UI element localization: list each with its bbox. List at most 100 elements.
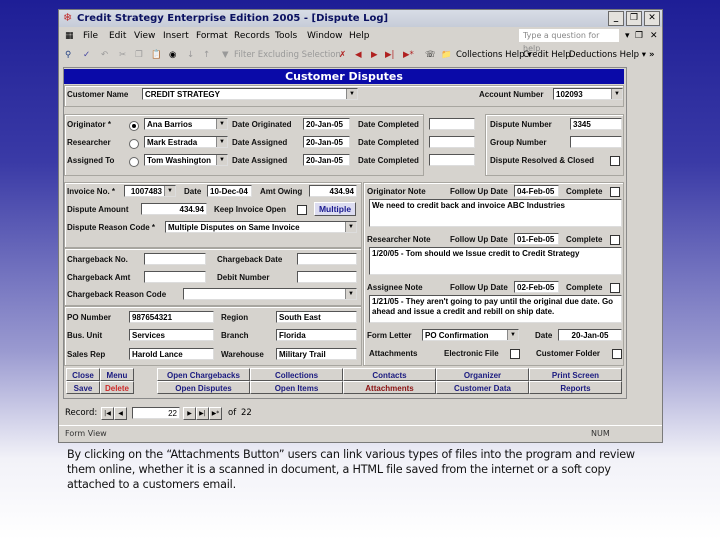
chargeback-no-field[interactable] <box>144 253 206 265</box>
originator-combo[interactable]: Ana Barrios ▼ <box>144 118 228 130</box>
date-assigned-field-2[interactable]: 20-Jan-05 <box>303 154 350 166</box>
electronic-file-checkbox[interactable] <box>510 349 520 359</box>
menu-edit[interactable]: Edit <box>109 27 126 45</box>
next-record-icon[interactable]: ▶ <box>371 45 378 65</box>
credit-help-menu[interactable]: Credit Help <box>523 45 571 65</box>
new-record-button[interactable]: ▶* <box>209 407 222 420</box>
chevron-down-icon[interactable]: ▼ <box>345 289 356 299</box>
save-button[interactable]: Save <box>66 381 100 394</box>
restore-doc-icon[interactable]: ❐ <box>635 27 643 45</box>
menu-file[interactable]: File <box>83 27 98 45</box>
researcher-followup-field[interactable]: 01-Feb-05 <box>514 233 559 245</box>
sort-descending-icon[interactable]: ↑ <box>203 45 210 65</box>
po-number-field[interactable]: 987654321 <box>129 311 214 323</box>
originator-radio[interactable] <box>129 121 139 131</box>
form-letter-date-field[interactable]: 20-Jan-05 <box>558 329 622 341</box>
collections-help-menu[interactable]: Collections Help ▾ <box>456 45 532 65</box>
chevron-down-icon[interactable]: ▼ <box>611 89 622 99</box>
bus-unit-field[interactable]: Services <box>129 329 214 341</box>
chevron-down-icon[interactable]: ▼ <box>507 330 518 340</box>
date-originated-field[interactable]: 20-Jan-05 <box>303 118 350 130</box>
assigned-to-radio[interactable] <box>129 157 139 167</box>
paste-icon[interactable]: 📋 <box>151 45 162 65</box>
group-number-field[interactable] <box>570 136 622 148</box>
open-chargebacks-button[interactable]: Open Chargebacks <box>157 368 250 381</box>
resolved-closed-checkbox[interactable] <box>610 156 620 166</box>
folder-icon[interactable]: 📁 <box>441 45 452 65</box>
deductions-help-menu[interactable]: Deductions Help ▾ <box>569 45 646 65</box>
researcher-complete-checkbox[interactable] <box>610 235 620 245</box>
dispute-number-field[interactable]: 3345 <box>570 118 622 130</box>
assigned-to-combo[interactable]: Tom Washington ▼ <box>144 154 228 166</box>
record-number-input[interactable]: 22 <box>132 407 180 419</box>
date-assigned-field-1[interactable]: 20-Jan-05 <box>303 136 350 148</box>
help-search-input[interactable]: Type a question for help <box>519 29 619 53</box>
customer-folder-checkbox[interactable] <box>612 349 622 359</box>
undo-icon[interactable]: ↶ <box>101 45 108 65</box>
dispute-amount-field[interactable]: 434.94 <box>141 203 207 215</box>
previous-record-icon[interactable]: ◀ <box>355 45 362 65</box>
filter-excluding-selection-button[interactable]: Filter Excluding Selection <box>234 45 341 65</box>
spelling-icon[interactable]: ✓ <box>83 45 90 65</box>
previous-record-button[interactable]: ◀ <box>114 407 127 420</box>
assignee-note-textarea[interactable]: 1/21/05 - They aren't going to pay until… <box>369 295 622 323</box>
last-record-icon[interactable]: ▶| <box>385 45 394 65</box>
assignee-followup-field[interactable]: 02-Feb-05 <box>514 281 559 293</box>
branch-field[interactable]: Florida <box>276 329 357 341</box>
date-completed-field-3[interactable] <box>429 154 475 166</box>
menu-help[interactable]: Help <box>349 27 370 45</box>
chargeback-date-field[interactable] <box>297 253 357 265</box>
sort-ascending-icon[interactable]: ↓ <box>187 45 194 65</box>
originator-complete-checkbox[interactable] <box>610 187 620 197</box>
phone-icon[interactable]: ☏ <box>425 45 436 65</box>
minimize-button[interactable]: _ <box>608 11 624 26</box>
originator-followup-field[interactable]: 04-Feb-05 <box>514 185 559 197</box>
print-screen-button[interactable]: Print Screen <box>529 368 622 381</box>
toolbar-overflow-button[interactable]: » <box>649 45 655 65</box>
chevron-down-icon[interactable]: ▼ <box>216 155 227 165</box>
sales-rep-field[interactable]: Harold Lance <box>129 348 214 360</box>
dispute-reason-code-combo[interactable]: Multiple Disputes on Same Invoice ▼ <box>165 221 357 233</box>
warehouse-field[interactable]: Military Trail <box>276 348 357 360</box>
customer-data-button[interactable]: Customer Data <box>436 381 529 394</box>
collections-button[interactable]: Collections <box>250 368 343 381</box>
open-disputes-button[interactable]: Open Disputes <box>157 381 250 394</box>
close-doc-icon[interactable]: ✕ <box>650 27 658 45</box>
remove-filter-icon[interactable]: ✗ <box>339 45 346 65</box>
chargeback-reason-code-combo[interactable]: ▼ <box>183 288 357 300</box>
filter-icon[interactable]: ▼ <box>222 45 229 65</box>
chevron-down-icon[interactable]: ▼ <box>345 222 356 232</box>
delete-button[interactable]: Delete <box>100 381 134 394</box>
debit-number-field[interactable] <box>297 271 357 283</box>
chevron-down-icon[interactable]: ▼ <box>216 137 227 147</box>
chargeback-amt-field[interactable] <box>144 271 206 283</box>
next-record-button[interactable]: ▶ <box>183 407 196 420</box>
chevron-down-icon[interactable]: ▼ <box>164 186 175 196</box>
reports-button[interactable]: Reports <box>529 381 622 394</box>
account-number-combo[interactable]: 102093 ▼ <box>553 88 623 100</box>
copy-icon[interactable]: ❐ <box>135 45 143 65</box>
keep-invoice-open-checkbox[interactable] <box>297 205 307 215</box>
menu-button[interactable]: Menu <box>100 368 134 381</box>
invoice-no-combo[interactable]: 1007483 ▼ <box>124 185 176 197</box>
researcher-note-textarea[interactable]: 1/20/05 - Tom should we Issue credit to … <box>369 247 622 275</box>
close-form-button[interactable]: Close <box>66 368 100 381</box>
multiple-button[interactable]: Multiple <box>314 202 356 216</box>
assignee-complete-checkbox[interactable] <box>610 283 620 293</box>
attachments-button[interactable]: Attachments <box>343 381 436 394</box>
chevron-down-icon[interactable]: ▼ <box>346 89 357 99</box>
customer-name-combo[interactable]: CREDIT STRATEGY ▼ <box>142 88 358 100</box>
restore-button[interactable]: ❐ <box>626 11 642 26</box>
menu-view[interactable]: View <box>134 27 155 45</box>
menu-insert[interactable]: Insert <box>163 27 189 45</box>
researcher-radio[interactable] <box>129 139 139 149</box>
menu-tools[interactable]: Tools <box>275 27 297 45</box>
menu-format[interactable]: Format <box>196 27 228 45</box>
close-button[interactable]: ✕ <box>644 11 660 26</box>
menu-window[interactable]: Window <box>307 27 343 45</box>
form-letter-combo[interactable]: PO Confirmation ▼ <box>422 329 519 341</box>
organizer-button[interactable]: Organizer <box>436 368 529 381</box>
form-menu-icon[interactable]: ▦ <box>65 27 74 45</box>
last-record-button[interactable]: ▶| <box>196 407 209 420</box>
open-items-button[interactable]: Open Items <box>250 381 343 394</box>
